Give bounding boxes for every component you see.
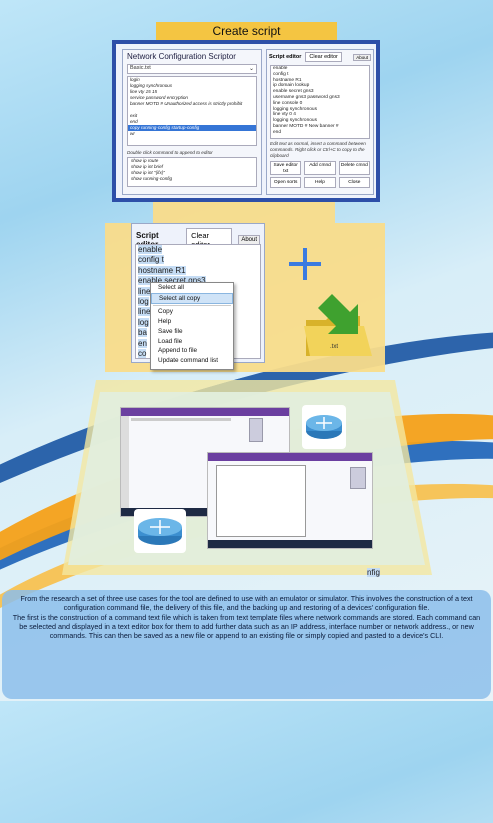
terminal-screenshot [207, 452, 373, 549]
context-menu-item[interactable]: Append to file [151, 346, 233, 356]
plus-icon [289, 248, 321, 280]
command-list[interactable]: login logging synchronous line vty 15 15 se… [127, 76, 257, 146]
editor-line: enable [138, 245, 163, 254]
context-menu-item[interactable]: Select all [151, 283, 233, 293]
context-menu: Select all Select all copy Copy Help Save fi… [150, 282, 234, 370]
context-menu-item[interactable]: Save file [151, 327, 233, 337]
router-icon [134, 509, 186, 553]
description-box: From the research a set of three use cas… [2, 590, 491, 699]
list-item[interactable]: wr [128, 131, 256, 137]
help-button[interactable]: Help [304, 177, 336, 188]
close-button[interactable]: Close [338, 177, 370, 188]
editor-line: config t [138, 255, 164, 265]
scriptor-screenshot: Network Configuration Scriptor Basic.txt… [112, 40, 380, 202]
folder-icon: .txt [304, 294, 372, 356]
menu-divider [153, 305, 231, 307]
delete-command-button[interactable]: Delete cmnd [338, 161, 370, 175]
list-item[interactable]: banner MOTD # Unauthorized access is str… [128, 101, 256, 107]
file-extension-label: .txt [330, 344, 338, 350]
list-item[interactable]: show running-config [128, 176, 256, 182]
page-title: Create script [156, 22, 337, 40]
script-editor-panel: Script editor Clear editor About enable c… [266, 49, 374, 195]
window-title: Network Configuration Scriptor [127, 52, 236, 61]
editor-note: Edit text as normal, insert a command be… [270, 141, 366, 158]
context-menu-item[interactable]: Load file [151, 337, 233, 347]
show-command-list[interactable]: show ip route show ip int brief show ip in… [127, 157, 257, 187]
configuration-scriptor-panel: Network Configuration Scriptor Basic.txt… [122, 49, 262, 195]
context-menu-item[interactable]: Select all copy [151, 292, 233, 305]
save-editor-button[interactable]: Save editor txt [270, 161, 302, 175]
command-hint: Double click command to append to editor [127, 150, 213, 155]
editor-line: hostname R1 [138, 265, 186, 275]
open-sorts-button[interactable]: Open sorts [270, 177, 302, 188]
script-editor-textarea[interactable]: enable config t hostname R1 ip domain looku… [270, 65, 370, 139]
context-menu-item[interactable]: Copy [151, 307, 233, 317]
editor-line: end [273, 129, 282, 135]
router-icon [302, 405, 346, 449]
chevron-down-icon[interactable]: ⌄ [249, 65, 254, 72]
about-button[interactable]: About [353, 53, 371, 61]
partial-text: nfig [367, 568, 380, 577]
template-select[interactable]: Basic.txt ⌄ [127, 64, 257, 74]
script-editor-label: Script editor [269, 54, 302, 60]
context-menu-item[interactable]: Update command list [151, 356, 233, 366]
clear-editor-button[interactable]: Clear editor [305, 52, 342, 62]
add-command-button[interactable]: Add cmnd [304, 161, 336, 175]
template-select-value: Basic.txt [130, 65, 151, 71]
description-paragraph: The first is the construction of a comma… [12, 612, 481, 641]
description-paragraph: From the research a set of three use cas… [20, 594, 473, 613]
context-menu-item[interactable]: Help [151, 317, 233, 327]
